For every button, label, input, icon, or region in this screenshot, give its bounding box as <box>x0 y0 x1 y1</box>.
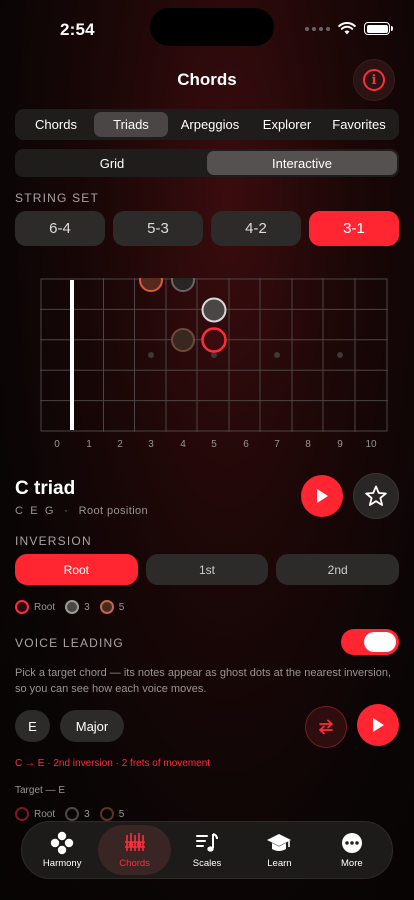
target-legend-fifth: 5 <box>99 807 124 821</box>
legend-fifth: 5 <box>99 600 124 614</box>
note-dot-root-ghost[interactable] <box>139 278 163 292</box>
tab-bar-learn[interactable]: Learn <box>243 825 315 875</box>
swap-chords-button[interactable] <box>305 706 347 748</box>
note-dot-third-ghost[interactable] <box>171 278 195 292</box>
inversion-selector: Root 1st 2nd <box>15 554 400 585</box>
dynamic-island <box>150 8 274 46</box>
tab-bar-chords[interactable]: Chords <box>98 825 171 875</box>
movement-summary: C → E · 2nd inversion · 2 frets of movem… <box>15 758 211 769</box>
info-icon: i <box>363 69 385 91</box>
fret-number: 6 <box>243 439 249 450</box>
swap-arrows-icon <box>319 719 333 735</box>
info-button[interactable]: i <box>353 59 395 101</box>
nut <box>70 280 74 430</box>
graduation-cap-icon <box>267 834 292 851</box>
fret-number: 2 <box>117 439 123 450</box>
star-icon <box>365 485 387 506</box>
note-dot-root[interactable] <box>201 327 227 353</box>
tab-bar-harmony[interactable]: Harmony <box>26 825 98 875</box>
fret-number: 8 <box>305 439 311 450</box>
inversion-1st[interactable]: 1st <box>145 554 269 585</box>
chord-name: C triad <box>15 478 76 499</box>
tab-explorer[interactable]: Explorer <box>252 112 322 137</box>
play-chord-button[interactable] <box>301 475 343 517</box>
wifi-icon <box>338 22 356 35</box>
inversion-2nd[interactable]: 2nd <box>276 554 400 585</box>
battery-icon <box>364 22 393 35</box>
string-set-label: STRING SET <box>15 191 100 205</box>
note-dot-fifth[interactable] <box>171 328 195 352</box>
more-icon <box>341 833 362 853</box>
scales-icon <box>196 833 219 852</box>
target-legend-third: 3 <box>65 807 90 821</box>
fretboard[interactable] <box>40 278 388 432</box>
voice-leading-label: VOICE LEADING <box>15 636 124 650</box>
view-grid-option[interactable]: Grid <box>17 151 207 175</box>
play-transition-button[interactable] <box>357 704 399 746</box>
string-set-3-1[interactable]: 3-1 <box>309 211 399 246</box>
voice-leading-toggle[interactable] <box>341 629 399 655</box>
tab-triads[interactable]: Triads <box>94 112 168 137</box>
note-legend: Root 3 5 <box>15 600 128 614</box>
target-label: Target — E <box>15 785 66 796</box>
fret-number: 5 <box>211 439 217 450</box>
fret-inlays <box>148 352 343 358</box>
string-set-4-2[interactable]: 4-2 <box>211 211 301 246</box>
target-legend: Root 3 5 <box>15 807 128 821</box>
string-set-5-3[interactable]: 5-3 <box>113 211 203 246</box>
status-icons <box>305 22 393 35</box>
page-title: Chords <box>177 70 237 89</box>
tab-bar-scales[interactable]: Scales <box>171 825 243 875</box>
fret-number: 7 <box>274 439 280 450</box>
fret-number: 0 <box>54 439 60 450</box>
mode-tabs: Chords Triads Arpeggios Explorer Favorit… <box>15 109 399 140</box>
inversion-root[interactable]: Root <box>15 554 138 585</box>
voice-leading-description: Pick a target chord — its notes appear a… <box>15 667 392 695</box>
string-set-selector: 6-4 5-3 4-2 3-1 <box>15 211 399 246</box>
chords-icon <box>124 833 145 851</box>
fret-number: 3 <box>148 439 154 450</box>
note-dot-third[interactable] <box>201 297 227 323</box>
status-time: 2:54 <box>60 20 95 39</box>
chord-notes: C E G · Root position <box>15 505 149 517</box>
favorite-button[interactable] <box>353 473 399 519</box>
fret-number: 9 <box>337 439 343 450</box>
view-mode-toggle: Grid Interactive <box>15 149 399 177</box>
fret-number: 4 <box>180 439 186 450</box>
legend-third: 3 <box>65 600 90 614</box>
tab-bar-more[interactable]: More <box>316 825 388 875</box>
string-set-6-4[interactable]: 6-4 <box>15 211 105 246</box>
fret-number: 10 <box>365 439 377 450</box>
view-interactive-option[interactable]: Interactive <box>207 151 397 175</box>
tab-arpeggios[interactable]: Arpeggios <box>168 112 252 137</box>
inversion-label: INVERSION <box>15 534 92 548</box>
harmony-icon <box>51 831 74 855</box>
tab-chords[interactable]: Chords <box>18 112 94 137</box>
target-quality-picker[interactable]: Major <box>60 710 124 742</box>
cellular-icon <box>305 26 330 31</box>
fret-number: 1 <box>86 439 92 450</box>
legend-root: Root <box>15 600 55 614</box>
target-root-picker[interactable]: E <box>15 710 50 742</box>
tab-favorites[interactable]: Favorites <box>322 112 396 137</box>
play-icon <box>373 718 384 732</box>
target-legend-root: Root <box>15 807 55 821</box>
bottom-tab-bar: Harmony Chords Scales Learn More <box>21 821 393 879</box>
play-icon <box>317 489 328 503</box>
